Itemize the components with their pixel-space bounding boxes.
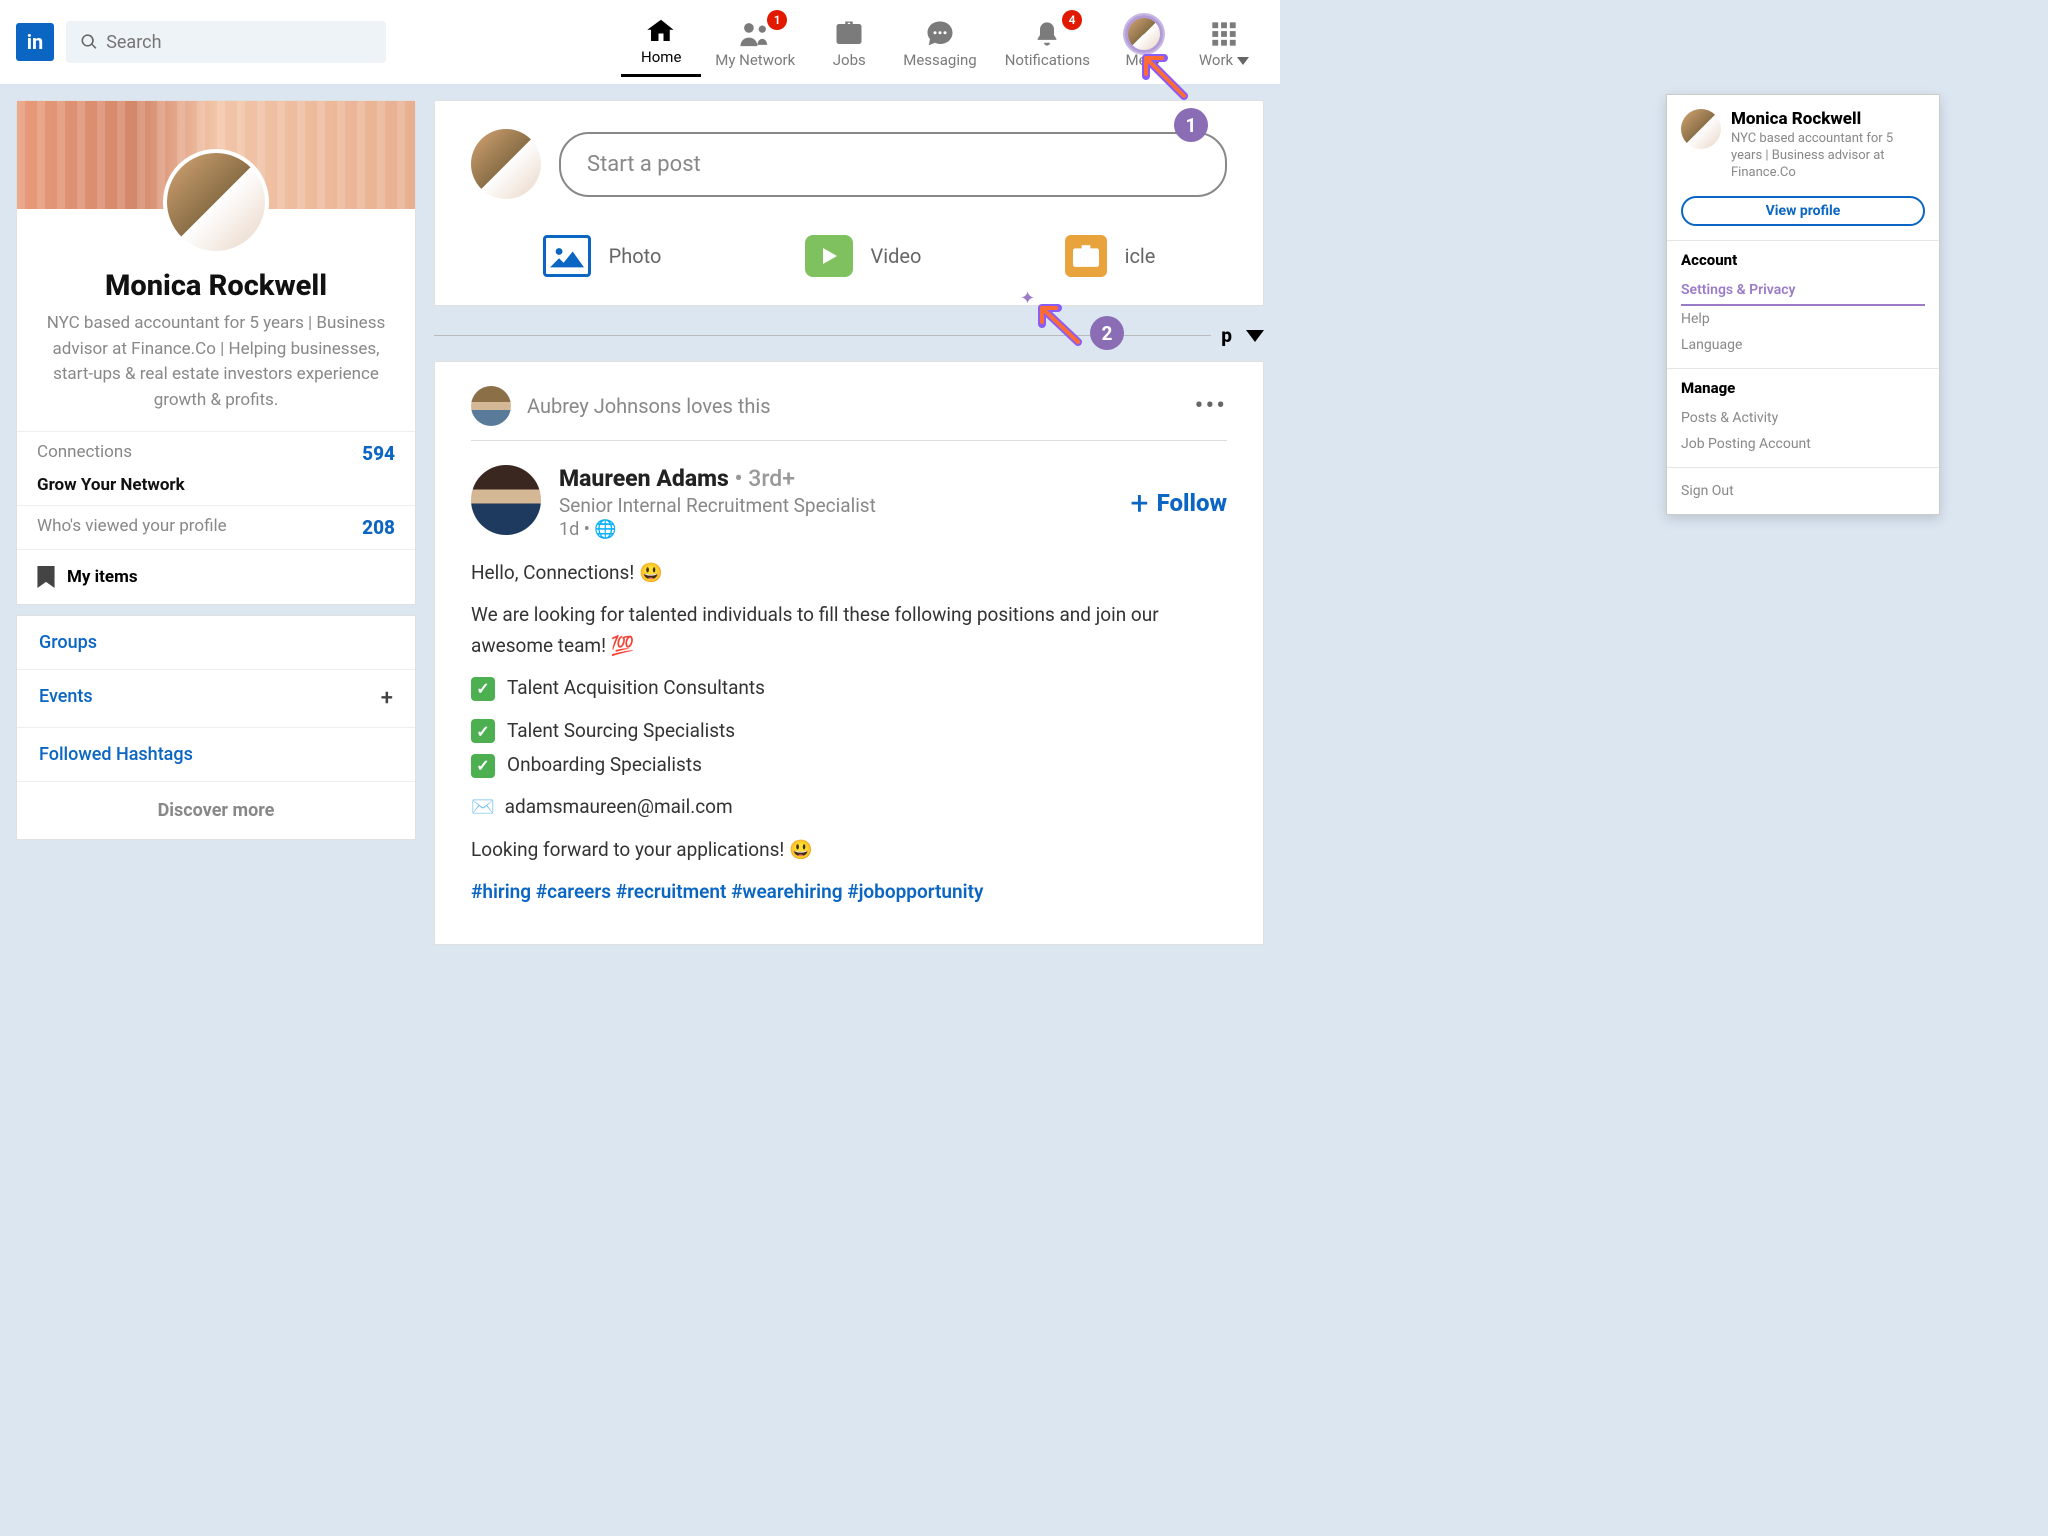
start-post-input[interactable]: Start a post <box>559 132 1227 197</box>
plus-icon[interactable]: + <box>381 686 393 711</box>
connections-row[interactable]: Connections 594 <box>17 431 415 475</box>
dd-desc: NYC based accountant for 5 years | Busin… <box>1731 131 1925 182</box>
connections-label: Connections <box>37 442 132 465</box>
view-profile-button[interactable]: View profile <box>1681 196 1925 226</box>
links-card: Groups Events+ Followed Hashtags Discove… <box>16 615 416 840</box>
check-icon: ✓ <box>471 754 495 778</box>
post-composer: Start a post Photo Video icle <box>434 100 1264 306</box>
post-menu[interactable]: ••• <box>1195 391 1227 421</box>
dd-manage-header: Manage <box>1681 379 1925 397</box>
annotation-number-2: 2 <box>1090 316 1124 350</box>
nav-me[interactable]: Me <box>1104 8 1184 77</box>
me-dropdown: Monica Rockwell NYC based accountant for… <box>1666 94 1940 515</box>
viewed-row[interactable]: Who's viewed your profile 208 <box>17 505 415 549</box>
nav-home-label: Home <box>641 48 681 66</box>
caret-icon <box>1151 57 1163 65</box>
globe-icon: 🌐 <box>594 519 616 540</box>
nav-jobs-label: Jobs <box>833 51 866 69</box>
dd-help[interactable]: Help <box>1681 306 1925 332</box>
link-groups[interactable]: Groups <box>17 616 415 670</box>
search-box[interactable] <box>66 21 386 63</box>
link-hashtags[interactable]: Followed Hashtags <box>17 728 415 782</box>
connections-value: 594 <box>362 442 395 465</box>
nav-network[interactable]: 1 My Network <box>701 8 809 77</box>
nav-notifications[interactable]: 4 Notifications <box>991 8 1104 77</box>
feed-post: Aubrey Johnsons loves this ••• Maureen A… <box>434 361 1264 945</box>
author-avatar[interactable] <box>471 465 541 535</box>
post-time: 1d • <box>559 519 590 540</box>
notif-badge: 4 <box>1062 10 1082 30</box>
check-icon: ✓ <box>471 677 495 701</box>
dd-language[interactable]: Language <box>1681 332 1925 358</box>
dd-account-header: Account <box>1681 251 1925 269</box>
plus-icon: + <box>1130 484 1148 522</box>
nav-network-label: My Network <box>715 51 795 69</box>
sort-row[interactable]: p <box>434 316 1264 361</box>
nav-work-label: Work <box>1199 51 1233 69</box>
nav-notif-label: Notifications <box>1005 51 1090 69</box>
caret-icon <box>1237 57 1249 65</box>
post-photo[interactable]: Photo <box>543 235 662 277</box>
profile-desc: NYC based accountant for 5 years | Busin… <box>17 311 415 431</box>
viewed-value: 208 <box>362 516 395 539</box>
dd-avatar[interactable] <box>1681 109 1721 149</box>
author-role: Senior Internal Recruitment Specialist <box>559 494 876 517</box>
nav-work[interactable]: Work <box>1184 8 1264 77</box>
sort-value: p <box>1221 324 1232 347</box>
composer-avatar[interactable] <box>471 129 541 199</box>
follow-button[interactable]: +Follow <box>1130 465 1227 540</box>
network-badge: 1 <box>767 10 787 30</box>
nav-jobs[interactable]: Jobs <box>809 8 889 77</box>
video-icon <box>805 235 853 277</box>
dd-sign-out[interactable]: Sign Out <box>1681 478 1925 504</box>
bookmark-icon <box>37 566 55 588</box>
profile-card: Monica Rockwell NYC based accountant for… <box>16 100 416 605</box>
annotation-number-1: 1 <box>1174 108 1208 142</box>
dd-settings-privacy[interactable]: Settings & Privacy <box>1681 277 1925 306</box>
my-items[interactable]: My items <box>17 549 415 604</box>
author-name[interactable]: Maureen Adams <box>559 465 729 492</box>
check-icon: ✓ <box>471 719 495 743</box>
discover-more[interactable]: Discover more <box>17 782 415 839</box>
nav-messaging[interactable]: Messaging <box>889 8 990 77</box>
search-icon <box>80 32 98 52</box>
reactor-avatar[interactable] <box>471 386 511 426</box>
nav-home[interactable]: Home <box>621 8 701 77</box>
nav-me-label: Me <box>1125 51 1146 69</box>
post-video[interactable]: Video <box>805 235 922 277</box>
sparkle-icon: ✦ <box>1020 288 1035 309</box>
top-nav: in Home 1 My Network Jobs Messaging 4 No… <box>0 0 1280 84</box>
bell-icon <box>1033 19 1061 49</box>
linkedin-logo[interactable]: in <box>16 23 54 61</box>
grid-icon <box>1210 20 1238 48</box>
briefcase-icon <box>834 19 864 49</box>
envelope-icon: ✉️ <box>471 795 495 818</box>
photo-icon <box>543 235 591 277</box>
hashtags[interactable]: #hiring #careers #recruitment #wearehiri… <box>471 877 1227 907</box>
search-input[interactable] <box>106 32 372 53</box>
email-text[interactable]: adamsmaureen@mail.com <box>505 795 733 818</box>
message-icon <box>925 19 955 49</box>
article-icon <box>1065 235 1107 277</box>
dd-posts-activity[interactable]: Posts & Activity <box>1681 405 1925 431</box>
reaction-text[interactable]: Aubrey Johnsons loves this <box>527 394 771 418</box>
caret-icon <box>1246 330 1264 342</box>
dd-job-posting[interactable]: Job Posting Account <box>1681 431 1925 457</box>
dd-name: Monica Rockwell <box>1731 109 1925 129</box>
author-degree: • 3rd+ <box>734 465 794 492</box>
viewed-label: Who's viewed your profile <box>37 516 227 539</box>
me-avatar <box>1125 15 1163 53</box>
nav-messaging-label: Messaging <box>903 51 976 69</box>
link-events[interactable]: Events+ <box>17 670 415 728</box>
grow-network[interactable]: Grow Your Network <box>17 475 415 505</box>
post-article[interactable]: icle <box>1065 235 1156 277</box>
home-icon <box>646 16 676 46</box>
profile-avatar[interactable] <box>163 149 269 255</box>
post-content: Hello, Connections! 😃 We are looking for… <box>471 558 1227 908</box>
profile-name[interactable]: Monica Rockwell <box>17 269 415 303</box>
